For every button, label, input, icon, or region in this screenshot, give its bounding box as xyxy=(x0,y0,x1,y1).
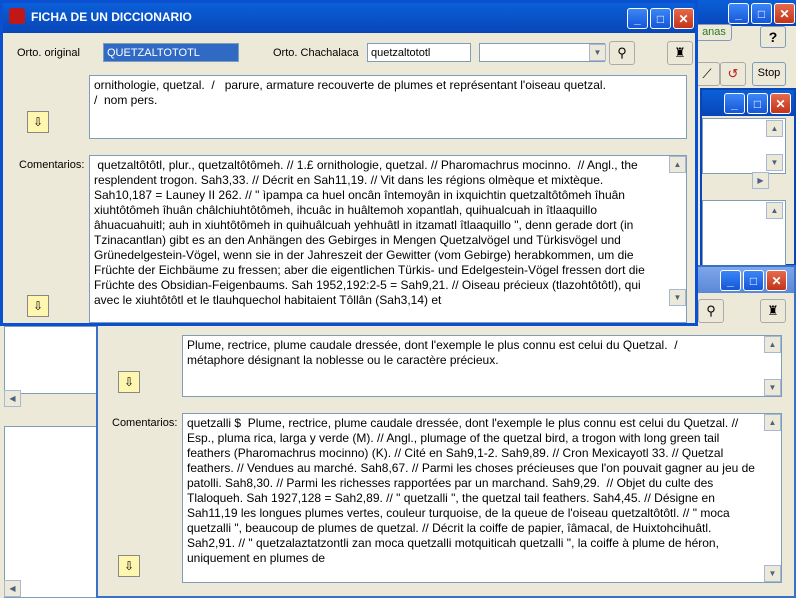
orto-chachalaca-field[interactable]: quetzaltototl xyxy=(367,43,471,62)
close-button[interactable]: ✕ xyxy=(774,3,795,24)
close-button[interactable]: ✕ xyxy=(770,93,791,114)
scroll-down-arrow[interactable]: ▼ xyxy=(669,289,686,306)
comentarios-label: Comentarios: xyxy=(19,159,85,171)
binoculars-icon[interactable]: ⚲ xyxy=(609,41,635,65)
help-button[interactable]: ? xyxy=(760,26,786,48)
maximize-button[interactable]: □ xyxy=(747,93,768,114)
scroll-up-arrow[interactable]: ▲ xyxy=(766,120,783,137)
comentarios-memo-2[interactable]: quetzalli $ Plume, rectrice, plume cauda… xyxy=(182,413,782,583)
scroll-down-arrow[interactable]: ▼ xyxy=(766,154,783,171)
comentarios-text: quetzaltôtôtl, plur., quetzaltôtômeh. //… xyxy=(94,158,649,307)
close-button[interactable]: ✕ xyxy=(673,8,694,29)
minimize-button[interactable]: _ xyxy=(728,3,749,24)
scroll-down-arrow[interactable]: ▼ xyxy=(764,565,781,582)
comentarios-memo[interactable]: quetzaltôtôtl, plur., quetzaltôtômeh. //… xyxy=(89,155,687,323)
comentarios-text-2: quetzalli $ Plume, rectrice, plume cauda… xyxy=(187,416,759,565)
secondary-window: _ □ ✕ ▲ ▼ ▶ ▲ xyxy=(700,88,796,266)
down-arrow-button[interactable]: ⇩ xyxy=(118,371,140,393)
scroll-left-arrow[interactable]: ◀ xyxy=(4,390,21,407)
stamp-icon[interactable]: ♜ xyxy=(667,41,693,65)
down-arrow-button[interactable]: ⇩ xyxy=(27,111,49,133)
left-list[interactable] xyxy=(4,326,106,394)
down-arrow-button[interactable]: ⇩ xyxy=(27,295,49,317)
close-button[interactable]: ✕ xyxy=(766,270,787,291)
orto-original-field[interactable]: QUETZALTOTOTL xyxy=(103,43,239,62)
definition-memo[interactable]: ornithologie, quetzal. / parure, armatur… xyxy=(89,75,687,139)
orto-chachalaca-label: Orto. Chachalaca xyxy=(273,47,359,59)
scroll-up-arrow[interactable]: ▲ xyxy=(669,156,686,173)
maximize-button[interactable]: □ xyxy=(751,3,772,24)
down-arrow-button[interactable]: ⇩ xyxy=(118,555,140,577)
scroll-right-arrow[interactable]: ▶ xyxy=(752,172,769,189)
definition-text-2: Plume, rectrice, plume caudale dressée, … xyxy=(187,338,678,367)
stamp-icon[interactable]: ♜ xyxy=(760,299,786,323)
scroll-left-arrow[interactable]: ◀ xyxy=(4,580,21,597)
maximize-button[interactable]: □ xyxy=(650,8,671,29)
minimize-button[interactable]: _ xyxy=(724,93,745,114)
app-icon xyxy=(9,8,25,24)
binoculars-icon[interactable]: ⚲ xyxy=(698,299,724,323)
undo-icon[interactable]: ↺ xyxy=(720,62,746,86)
minimize-button[interactable]: _ xyxy=(720,270,741,291)
dictionary-select[interactable] xyxy=(479,43,605,62)
maximize-button[interactable]: □ xyxy=(743,270,764,291)
scroll-up-arrow[interactable]: ▲ xyxy=(764,414,781,431)
definition-text: ornithologie, quetzal. / parure, armatur… xyxy=(94,78,606,107)
secondary-titlebar: _ □ ✕ xyxy=(702,90,794,116)
ventanas-button[interactable]: anas xyxy=(696,24,732,41)
orto-original-label: Orto. original xyxy=(17,47,80,59)
minimize-button[interactable]: _ xyxy=(627,8,648,29)
definition-memo-2[interactable]: Plume, rectrice, plume caudale dressée, … xyxy=(182,335,782,397)
chevron-down-icon[interactable]: ▼ xyxy=(589,44,606,61)
left-list-2[interactable] xyxy=(4,426,106,598)
scroll-down-arrow[interactable]: ▼ xyxy=(764,379,781,396)
scroll-up-arrow[interactable]: ▲ xyxy=(766,202,783,219)
stop-button[interactable]: Stop xyxy=(752,62,786,86)
scroll-up-arrow[interactable]: ▲ xyxy=(764,336,781,353)
window-title: FICHA DE UN DICCIONARIO xyxy=(31,10,192,24)
comentarios-label-2: Comentarios: xyxy=(112,417,178,429)
background-left-pane: ◀ ◀ xyxy=(0,326,110,598)
ficha-1-titlebar: FICHA DE UN DICCIONARIO _ □ ✕ xyxy=(3,3,695,33)
ficha-window-1: FICHA DE UN DICCIONARIO _ □ ✕ Orto. orig… xyxy=(0,0,698,326)
